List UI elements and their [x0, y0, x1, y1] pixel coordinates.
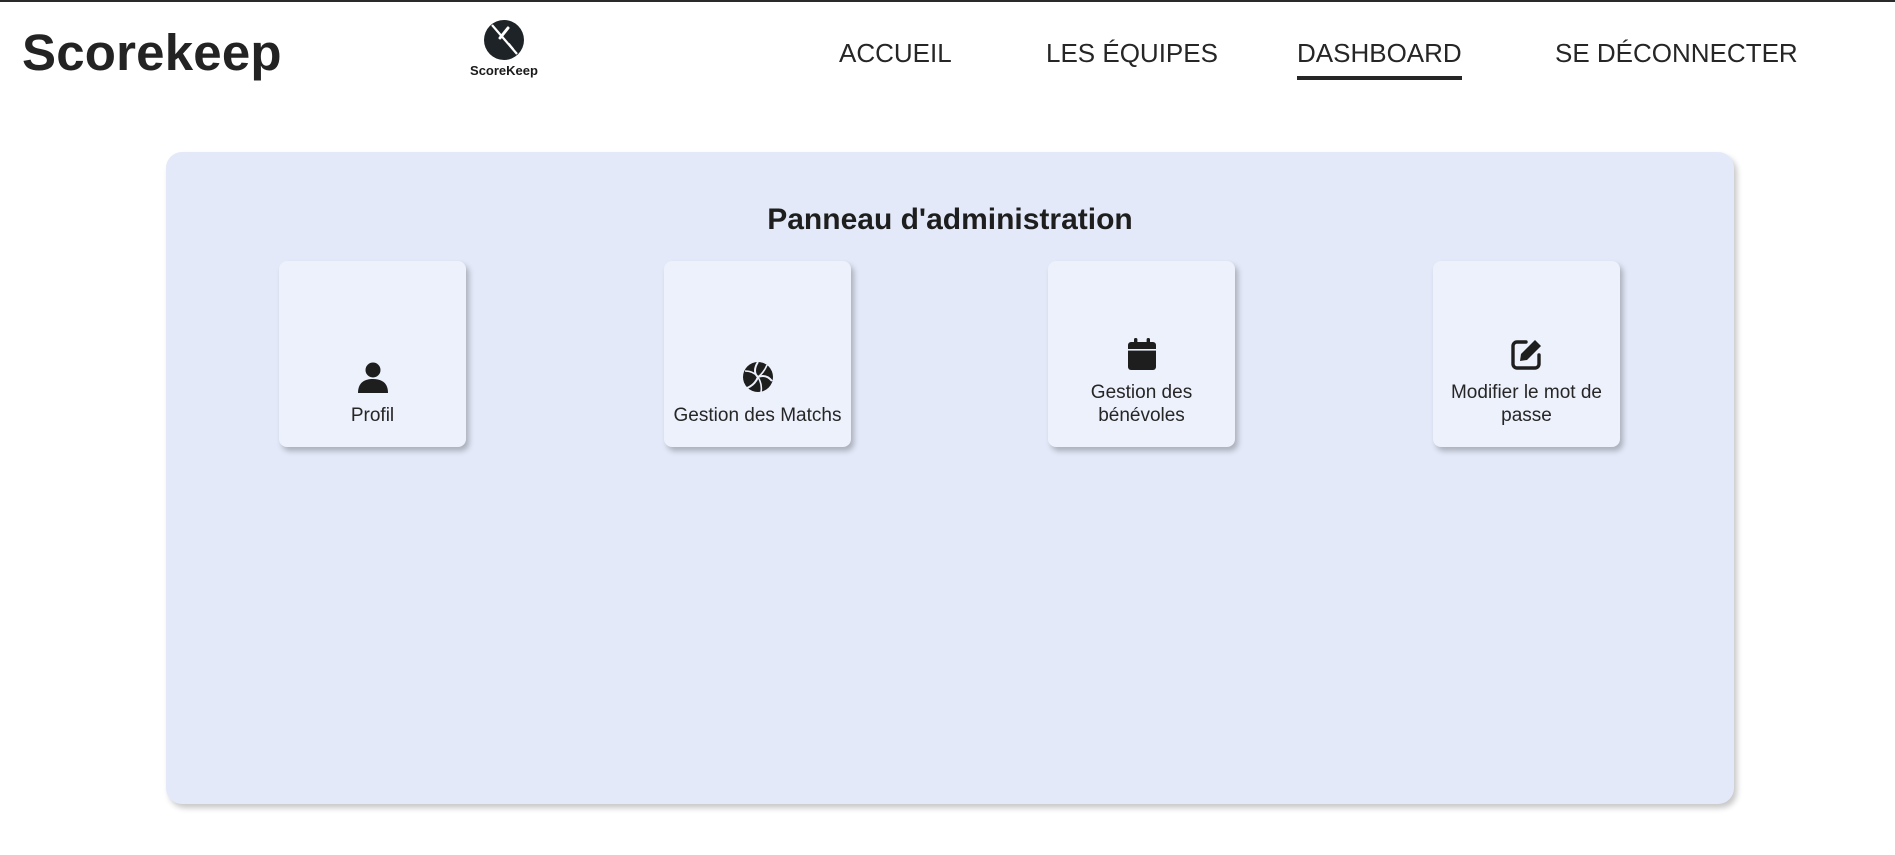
card-gestion-matchs[interactable]: Gestion des Matchs — [664, 261, 851, 447]
user-icon — [357, 362, 388, 393]
calendar-icon — [1127, 338, 1156, 370]
nav-dashboard[interactable]: DASHBOARD — [1297, 38, 1462, 80]
card-label-modifier-mot-de-passe: Modifier le mot de passe — [1450, 382, 1602, 426]
scorekeep-logo-icon — [484, 20, 524, 60]
edit-icon — [1510, 340, 1541, 370]
card-modifier-mot-de-passe[interactable]: Modifier le mot de passe — [1433, 261, 1620, 447]
brand-title[interactable]: Scorekeep — [22, 24, 282, 82]
logo[interactable]: ScoreKeep — [462, 18, 546, 86]
nav-se-deconnecter[interactable]: SE DÉCONNECTER — [1555, 38, 1798, 68]
card-label-gestion-benevoles: Gestion des bénévoles — [1090, 382, 1193, 426]
nav-les-equipes[interactable]: LES ÉQUIPES — [1046, 38, 1218, 68]
card-profil[interactable]: Profil — [279, 261, 466, 447]
admin-panel: Panneau d'administration Profil Gestion … — [166, 152, 1734, 804]
site-header: Scorekeep ScoreKeep ACCUEIL LES ÉQUIPES … — [0, 2, 1895, 102]
panel-title: Panneau d'administration — [767, 203, 1133, 236]
card-label-gestion-matchs: Gestion des Matchs — [673, 405, 842, 426]
logo-text: ScoreKeep — [470, 63, 538, 78]
volleyball-icon — [742, 361, 773, 393]
card-label-profil: Profil — [350, 405, 395, 426]
nav-accueil[interactable]: ACCUEIL — [839, 38, 952, 68]
card-gestion-benevoles[interactable]: Gestion des bénévoles — [1048, 261, 1235, 447]
